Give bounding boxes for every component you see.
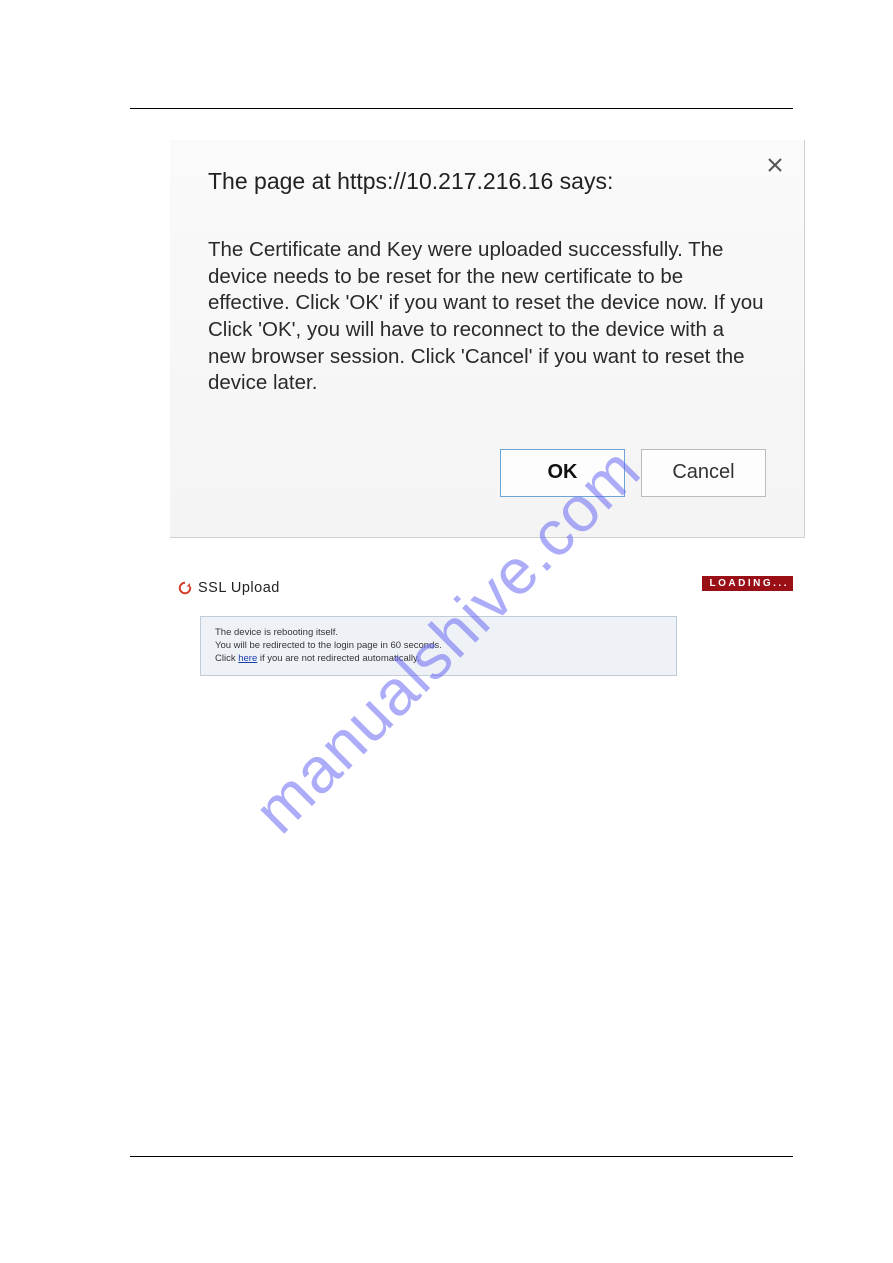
status-line-2: You will be redirected to the login page… xyxy=(215,640,662,653)
ssl-upload-section: SSL Upload LOADING... The device is rebo… xyxy=(178,580,793,596)
ok-button[interactable]: OK xyxy=(500,449,625,497)
refresh-icon xyxy=(178,581,192,595)
page-bottom-rule xyxy=(130,1156,793,1157)
redirect-here-link[interactable]: here xyxy=(238,653,257,664)
cancel-button[interactable]: Cancel xyxy=(641,449,766,497)
browser-alert-dialog: The page at https://10.217.216.16 says: … xyxy=(170,140,805,538)
close-icon[interactable] xyxy=(764,154,786,176)
ssl-upload-title: SSL Upload xyxy=(198,580,280,596)
page-top-rule xyxy=(130,108,793,109)
loading-badge: LOADING... xyxy=(702,576,793,591)
status-line-3-post: if you are not redirected automatically. xyxy=(257,653,419,664)
status-line-3: Click here if you are not redirected aut… xyxy=(215,653,662,666)
status-line-1: The device is rebooting itself. xyxy=(215,627,662,640)
status-line-3-pre: Click xyxy=(215,653,238,664)
dialog-message: The Certificate and Key were uploaded su… xyxy=(208,237,766,397)
reboot-status-box: The device is rebooting itself. You will… xyxy=(200,616,677,676)
dialog-title: The page at https://10.217.216.16 says: xyxy=(208,168,766,195)
dialog-button-row: OK Cancel xyxy=(208,449,766,497)
